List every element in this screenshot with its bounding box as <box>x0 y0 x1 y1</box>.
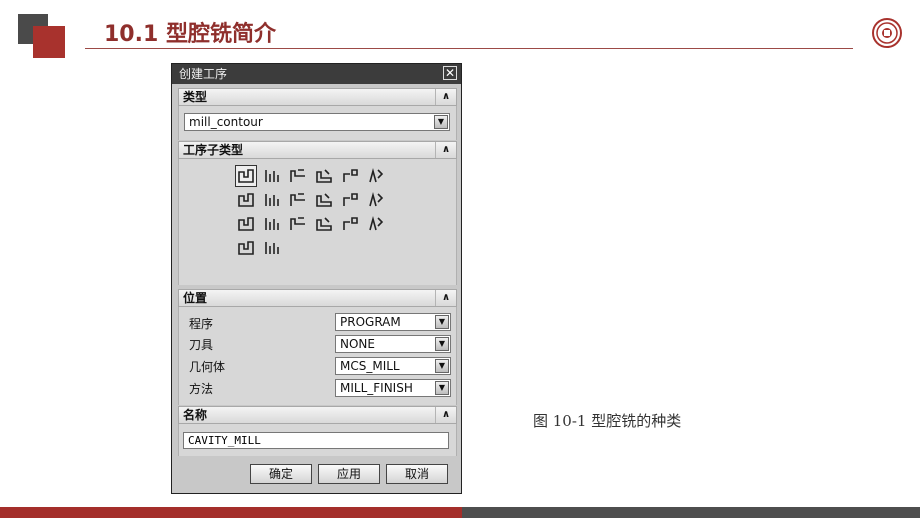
program-label: 程序 <box>189 317 214 331</box>
mill-user-icon[interactable] <box>236 238 256 258</box>
corner-rough-icon[interactable] <box>288 166 308 186</box>
logo-block-red <box>33 26 65 58</box>
subtype-section-label: 工序子类型 <box>183 143 244 157</box>
close-button[interactable]: ✕ <box>443 66 457 80</box>
collapse-icon[interactable]: ∧ <box>435 290 456 306</box>
type-panel: mill_contour ▼ <box>178 106 457 140</box>
operation-name-field[interactable] <box>183 432 449 449</box>
chevron-down-icon: ▼ <box>435 337 449 351</box>
type-section-header[interactable]: 类型 ∧ <box>178 88 457 106</box>
location-panel: 程序 PROGRAM ▼ 刀具 NONE ▼ 几何体 MCS_MILL ▼ 方法… <box>178 307 457 405</box>
type-section-label: 类型 <box>183 90 208 104</box>
type-dropdown-value: mill_contour <box>189 115 263 129</box>
close-icon: ✕ <box>444 66 456 80</box>
footer-bar-gray <box>462 507 920 518</box>
collapse-icon[interactable]: ∧ <box>435 407 456 423</box>
cancel-button[interactable]: 取消 <box>386 464 448 484</box>
mill-control-icon[interactable] <box>262 238 282 258</box>
apply-button[interactable]: 应用 <box>318 464 380 484</box>
collapse-icon[interactable]: ∧ <box>435 142 456 158</box>
header-divider <box>85 48 853 49</box>
location-section-header[interactable]: 位置 ∧ <box>178 289 457 307</box>
tool-dropdown[interactable]: NONE ▼ <box>335 335 451 353</box>
slide-title: 10.1 型腔铣简介 <box>104 22 276 47</box>
create-operation-dialog: 创建工序 ✕ 类型 ∧ mill_contour ▼ 工序子类型 ∧ 位置 ∧ … <box>171 63 462 494</box>
location-section-label: 位置 <box>183 291 208 305</box>
cavity-mill-icon[interactable] <box>235 165 257 187</box>
streamline-icon[interactable] <box>314 190 334 210</box>
chevron-down-icon: ▼ <box>435 381 449 395</box>
contour-area-icon[interactable] <box>262 190 282 210</box>
figure-caption: 图 10-1 型腔铣的种类 <box>533 412 682 430</box>
contour-text-icon[interactable] <box>366 214 386 234</box>
dialog-titlebar: 创建工序 ✕ <box>172 64 461 84</box>
contour-area-dir-steep-icon[interactable] <box>366 190 386 210</box>
program-value: PROGRAM <box>340 315 401 329</box>
plunge-mill-icon[interactable] <box>262 166 282 186</box>
geometry-label: 几何体 <box>189 360 226 374</box>
fixed-contour-icon[interactable] <box>236 190 256 210</box>
contour-surface-icon[interactable] <box>288 190 308 210</box>
flowcut-multiple-icon[interactable] <box>262 214 282 234</box>
chevron-down-icon: ▼ <box>434 115 448 129</box>
rest-mill-icon[interactable] <box>314 166 334 186</box>
icon-row <box>236 190 416 214</box>
icon-row <box>236 214 416 238</box>
flowcut-single-icon[interactable] <box>236 214 256 234</box>
geometry-value: MCS_MILL <box>340 359 400 373</box>
solid-profile-3d-icon[interactable] <box>314 214 334 234</box>
tool-label: 刀具 <box>189 338 214 352</box>
icon-row <box>236 238 416 262</box>
dialog-title: 创建工序 <box>179 67 228 81</box>
university-emblem-icon <box>872 18 902 48</box>
chevron-down-icon: ▼ <box>435 359 449 373</box>
name-panel <box>178 424 457 456</box>
geometry-dropdown[interactable]: MCS_MILL ▼ <box>335 357 451 375</box>
subtype-section-header[interactable]: 工序子类型 ∧ <box>178 141 457 159</box>
type-dropdown[interactable]: mill_contour ▼ <box>184 113 450 131</box>
contour-area-nonsteep-icon[interactable] <box>340 190 360 210</box>
collapse-icon[interactable]: ∧ <box>435 89 456 105</box>
zlevel-corner-icon[interactable] <box>366 166 386 186</box>
chevron-down-icon: ▼ <box>435 315 449 329</box>
program-dropdown[interactable]: PROGRAM ▼ <box>335 313 451 331</box>
operation-subtype-grid <box>235 165 416 262</box>
method-dropdown[interactable]: MILL_FINISH ▼ <box>335 379 451 397</box>
subtype-panel <box>178 159 457 285</box>
contour-profile-icon[interactable] <box>340 214 360 234</box>
name-section-label: 名称 <box>183 408 208 422</box>
method-label: 方法 <box>189 382 214 396</box>
zlevel-profile-icon[interactable] <box>340 166 360 186</box>
icon-row <box>235 165 416 190</box>
ok-button[interactable]: 确定 <box>250 464 312 484</box>
method-value: MILL_FINISH <box>340 381 413 395</box>
tool-value: NONE <box>340 337 375 351</box>
name-section-header[interactable]: 名称 ∧ <box>178 406 457 424</box>
flowcut-ref-tool-icon[interactable] <box>288 214 308 234</box>
footer-bar-red <box>0 507 462 518</box>
